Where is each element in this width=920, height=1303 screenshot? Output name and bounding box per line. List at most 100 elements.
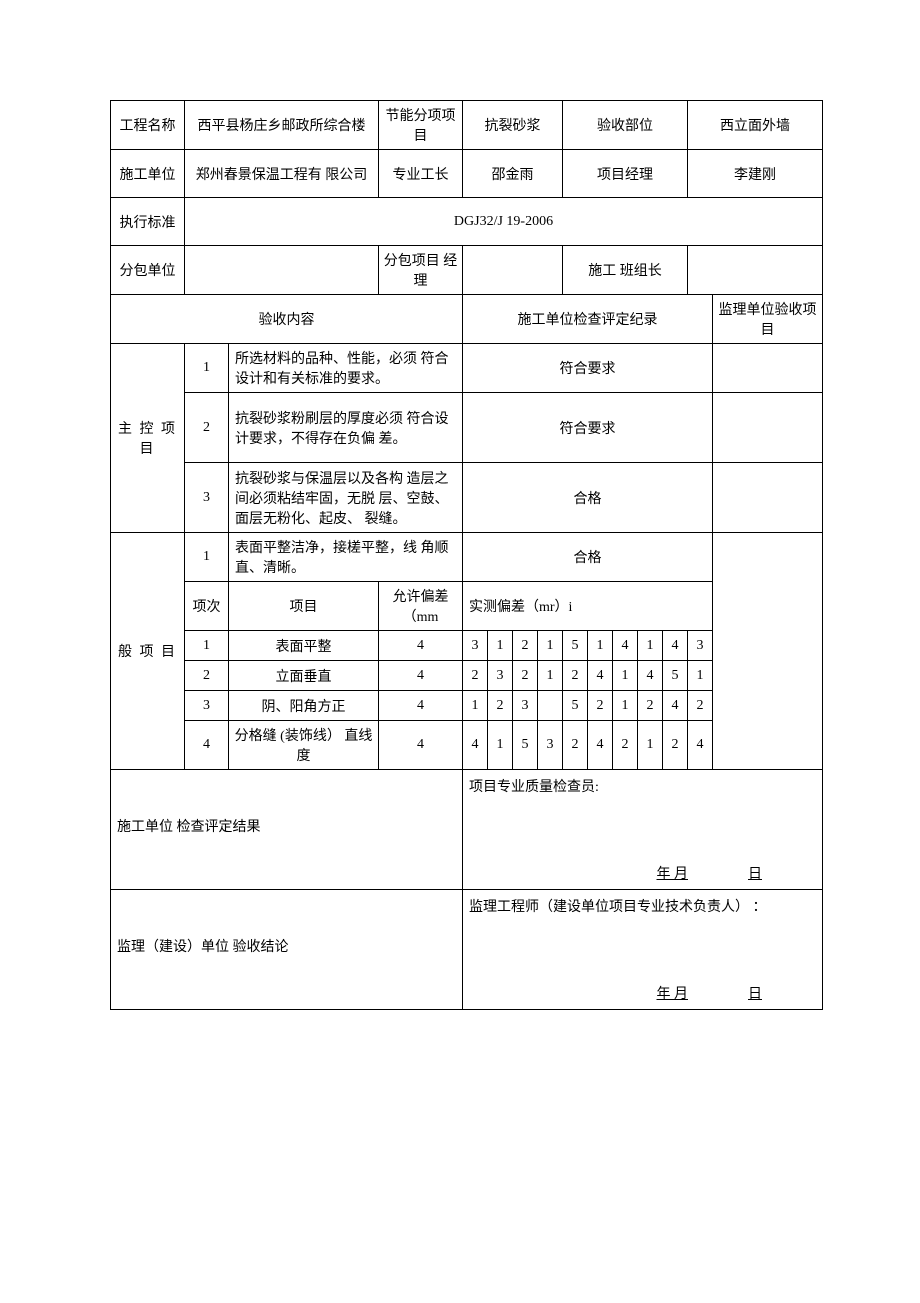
general-item-num: 1 (185, 533, 229, 582)
value-sub-unit (185, 246, 379, 295)
cell-val: 2 (613, 721, 638, 770)
supervise-cell (713, 463, 823, 533)
cell-tol: 4 (379, 721, 463, 770)
unit-result-text: 施工单位 检查评定结果 (117, 816, 456, 836)
general-item-desc: 表面平整洁净，接槎平整，线 角顺直、清晰。 (229, 533, 463, 582)
cell-val: 1 (613, 691, 638, 721)
cell-val: 2 (688, 691, 713, 721)
value-foreman: 邵金雨 (463, 150, 563, 198)
cell-val: 1 (463, 691, 488, 721)
supervise-cell (713, 344, 823, 393)
cell-val: 5 (513, 721, 538, 770)
cell-val: 2 (563, 721, 588, 770)
cell-tol: 4 (379, 691, 463, 721)
engineer-block: 监理工程师（建设单位项目专业技术负责人） ： 年 月日 (463, 890, 823, 1010)
cell-val: 2 (638, 691, 663, 721)
cell-val: 2 (588, 691, 613, 721)
value-project-name: 西平县杨庄乡邮政所综合楼 (185, 101, 379, 150)
main-item-result: 符合要求 (463, 344, 713, 393)
cell-val: 4 (638, 661, 663, 691)
main-item-desc: 抗裂砂浆粉刷层的厚度必须 符合设计要求，不得存在负偏 差。 (229, 393, 463, 463)
label-supervise-accept: 监理单位验收项目 (713, 295, 823, 344)
value-pm: 李建刚 (688, 150, 823, 198)
cell-tol: 4 (379, 631, 463, 661)
label-foreman: 专业工长 (379, 150, 463, 198)
date-line: 年 月日 (657, 863, 763, 883)
supervise-result-text: 监理（建设）单位 验收结论 (117, 936, 456, 956)
value-energy-item: 抗裂砂浆 (463, 101, 563, 150)
cell-num: 2 (185, 661, 229, 691)
cell-val: 4 (688, 721, 713, 770)
cell-val: 3 (513, 691, 538, 721)
supervise-cell (713, 533, 823, 770)
label-supervise-result: 监理（建设）单位 验收结论 (111, 890, 463, 1010)
cell-val: 1 (488, 721, 513, 770)
cell-item: 表面平整 (229, 631, 379, 661)
label-measured: 实测偏差（mr）i (463, 582, 713, 631)
value-sub-pm (463, 246, 563, 295)
label-accept-content: 验收内容 (111, 295, 463, 344)
label-item: 项目 (229, 582, 379, 631)
cell-val: 5 (663, 661, 688, 691)
cell-val: 1 (538, 631, 563, 661)
cell-val: 1 (688, 661, 713, 691)
engineer-label: 监理工程师（建设单位项目专业技术负责人） ： (469, 896, 816, 916)
cell-val: 1 (538, 661, 563, 691)
cell-num: 1 (185, 631, 229, 661)
label-team-leader: 施工 班组长 (563, 246, 688, 295)
main-item-desc: 抗裂砂浆与保温层以及各构 造层之间必须粘结牢固，无脱 层、空鼓、面层无粉化、起皮… (229, 463, 463, 533)
cell-val: 1 (588, 631, 613, 661)
cell-val: 4 (463, 721, 488, 770)
inspection-form: 工程名称 西平县杨庄乡邮政所综合楼 节能分项项目 抗裂砂浆 验收部位 西立面外墙… (110, 100, 823, 1010)
cell-num: 4 (185, 721, 229, 770)
main-item-result: 符合要求 (463, 393, 713, 463)
inspector-block: 项目专业质量检查员: 年 月日 (463, 770, 823, 890)
label-general-items: 般 项 目 (111, 533, 185, 770)
cell-val: 1 (638, 631, 663, 661)
cell-val: 1 (638, 721, 663, 770)
cell-tol: 4 (379, 661, 463, 691)
cell-val: 4 (613, 631, 638, 661)
cell-val: 4 (663, 631, 688, 661)
label-energy-item: 节能分项项目 (379, 101, 463, 150)
main-item-result: 合格 (463, 463, 713, 533)
cell-item: 阴、阳角方正 (229, 691, 379, 721)
label-row-num: 项次 (185, 582, 229, 631)
cell-val: 3 (688, 631, 713, 661)
main-item-num: 2 (185, 393, 229, 463)
value-standard: DGJ32/J 19-2006 (185, 198, 823, 246)
cell-val: 3 (488, 661, 513, 691)
cell-val: 2 (513, 631, 538, 661)
supervise-cell (713, 393, 823, 463)
cell-val: 5 (563, 631, 588, 661)
main-item-num: 1 (185, 344, 229, 393)
cell-val: 1 (613, 661, 638, 691)
cell-val: 2 (488, 691, 513, 721)
cell-val: 4 (588, 721, 613, 770)
label-sub-unit: 分包单位 (111, 246, 185, 295)
cell-val: 4 (588, 661, 613, 691)
cell-val (538, 691, 563, 721)
label-sub-pm: 分包项目 经理 (379, 246, 463, 295)
cell-val: 3 (463, 631, 488, 661)
label-pm: 项目经理 (563, 150, 688, 198)
cell-item: 立面垂直 (229, 661, 379, 691)
label-construct-unit: 施工单位 (111, 150, 185, 198)
main-item-desc: 所选材料的品种、性能，必须 符合设计和有关标准的要求。 (229, 344, 463, 393)
general-item-result: 合格 (463, 533, 713, 582)
label-tolerance: 允许偏差（mm (379, 582, 463, 631)
cell-val: 2 (563, 661, 588, 691)
cell-val: 4 (663, 691, 688, 721)
cell-val: 3 (538, 721, 563, 770)
label-accept-part: 验收部位 (563, 101, 688, 150)
cell-num: 3 (185, 691, 229, 721)
cell-val: 2 (663, 721, 688, 770)
value-team-leader (688, 246, 823, 295)
cell-item: 分格缝 (装饰线） 直线度 (229, 721, 379, 770)
cell-val: 5 (563, 691, 588, 721)
value-construct-unit: 郑州春景保温工程有 限公司 (185, 150, 379, 198)
cell-val: 2 (463, 661, 488, 691)
cell-val: 1 (488, 631, 513, 661)
label-unit-check: 施工单位检查评定纪录 (463, 295, 713, 344)
label-project-name: 工程名称 (111, 101, 185, 150)
